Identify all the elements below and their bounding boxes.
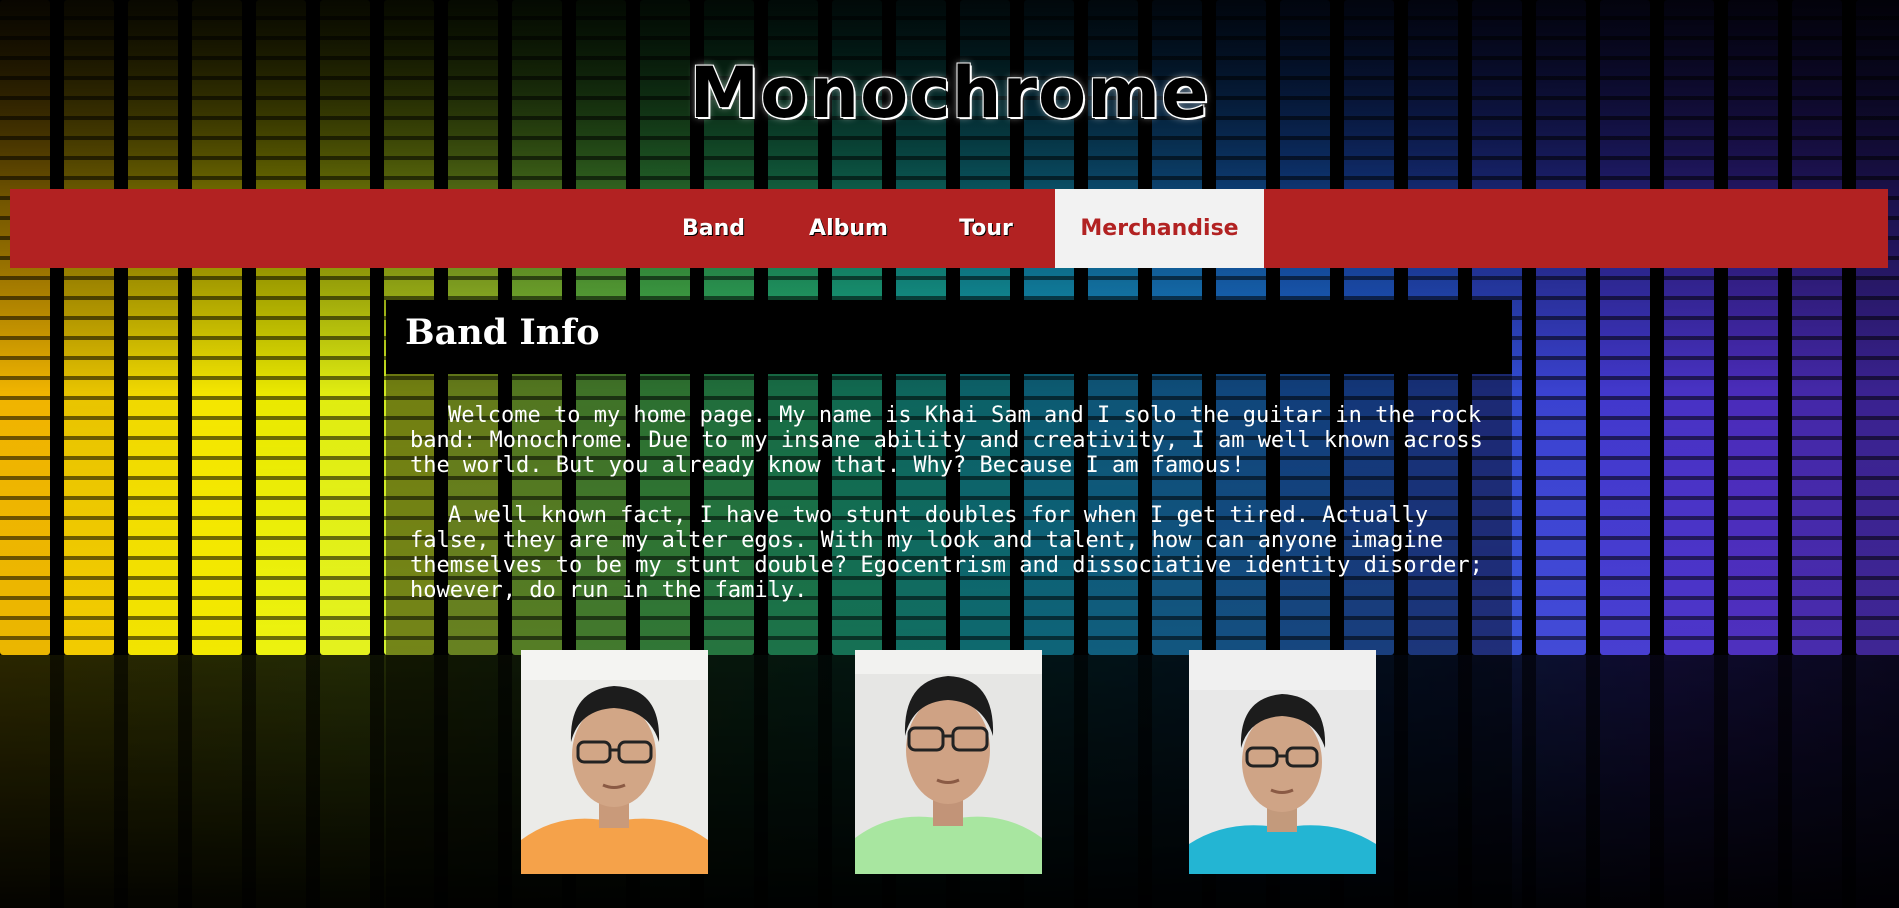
- nav-list: Band Album Tour Merchandise: [647, 189, 1264, 268]
- site-title: Monochrome: [689, 52, 1210, 134]
- page: Monochrome Band Album Tour Merchandise B…: [0, 0, 1899, 908]
- nav-item-band[interactable]: Band: [647, 189, 780, 268]
- band-member-photo-1: [521, 650, 708, 874]
- main-navigation: Band Album Tour Merchandise: [10, 189, 1888, 268]
- nav-item-tour[interactable]: Tour: [917, 189, 1055, 268]
- section-title: Band Info: [405, 312, 600, 353]
- nav-item-merchandise[interactable]: Merchandise: [1055, 189, 1264, 268]
- band-member-photo-3: [1189, 650, 1376, 874]
- nav-item-album[interactable]: Album: [780, 189, 917, 268]
- stunt-double-paragraph: A well known fact, I have two stunt doub…: [410, 503, 1483, 603]
- intro-paragraph: Welcome to my home page. My name is Khai…: [410, 403, 1483, 478]
- band-member-photo-2: [855, 650, 1042, 874]
- section-header: Band Info: [386, 300, 1512, 374]
- main-content: Band Info Welcome to my home page. My na…: [386, 300, 1512, 908]
